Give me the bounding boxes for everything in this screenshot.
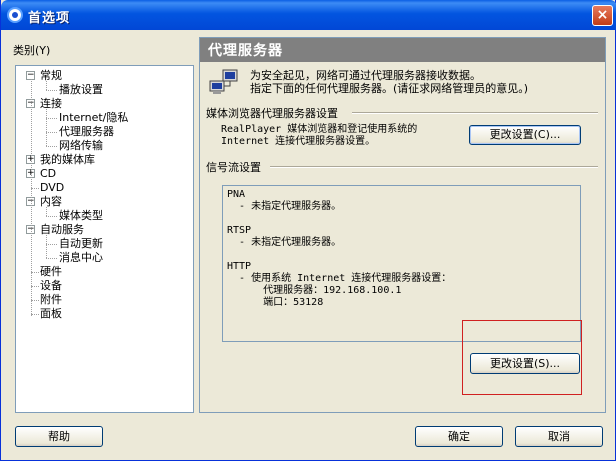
stream-setting-line: 代理服务器：192.168.100.1 <box>227 285 402 296</box>
tree-connector <box>46 258 57 259</box>
tree-item[interactable]: Internet/隐私 <box>59 111 128 125</box>
intro-text: 为安全起见，网络可通过代理服务器接收数据。 指定下面的任何代理服务器。(请征求网… <box>250 69 528 95</box>
tree-item[interactable]: 我的媒体库 <box>40 153 95 167</box>
tree-connector <box>31 314 39 315</box>
browser-change-settings-button[interactable]: 更改设置(C)... <box>469 125 581 145</box>
title-bar[interactable]: 首选项 × <box>1 0 616 30</box>
tree-connector <box>46 207 47 216</box>
category-tree[interactable]: − 常规 播放设置 − 连接 Internet/隐私 代理服务器 网络传输 + 我的媒体库 + CD D… <box>15 65 194 413</box>
stream-setting-line: - 未指定代理服务器。 <box>227 201 342 212</box>
tree-connector <box>46 90 57 91</box>
stream-setting-line: RTSP <box>227 225 252 236</box>
stream-setting-line: PNA <box>227 189 246 200</box>
tree-item[interactable]: 硬件 <box>40 265 62 279</box>
tree-connector <box>46 81 47 90</box>
browser-desc-line-2: Internet 连接代理服务器设置。 <box>221 136 376 147</box>
tree-connector <box>46 109 47 146</box>
intro-line-1: 为安全起见，网络可通过代理服务器接收数据。 <box>250 69 481 82</box>
proxy-server-icon <box>209 69 238 94</box>
window-title: 首选项 <box>28 11 71 26</box>
tree-item[interactable]: 播放设置 <box>59 83 103 97</box>
tree-connector <box>46 132 57 133</box>
tree-item[interactable]: 媒体类型 <box>59 209 103 223</box>
cancel-button[interactable]: 取消 <box>515 426 603 447</box>
tree-item[interactable]: 常规 <box>40 69 62 83</box>
tree-connector <box>31 300 39 301</box>
tree-item[interactable]: 内容 <box>40 195 62 209</box>
tree-connector <box>46 244 57 245</box>
tree-connector <box>31 286 39 287</box>
preferences-window: 首选项 × 类别(Y) − 常规 播放设置 − 连接 Internet/隐私 代理服务器 网络… <box>0 0 616 461</box>
highlight-annotation-box <box>462 320 582 395</box>
browser-proxy-description: RealPlayer 媒体浏览器和登记使用系统的 Internet 连接代理服务… <box>221 124 417 148</box>
help-button[interactable]: 帮助 <box>15 426 103 447</box>
tree-connector <box>46 118 57 119</box>
stream-setting-line: - 未指定代理服务器。 <box>227 237 342 248</box>
tree-item[interactable]: 面板 <box>40 307 62 321</box>
tree-connector <box>31 272 39 273</box>
tree-item[interactable]: 附件 <box>40 293 62 307</box>
tree-item[interactable]: 设备 <box>40 279 62 293</box>
tree-item[interactable]: 网络传输 <box>59 139 103 153</box>
tree-item[interactable]: DVD <box>40 181 64 195</box>
tree-item[interactable]: CD <box>40 167 56 181</box>
stream-setting-line <box>227 213 576 225</box>
realplayer-logo-icon <box>7 7 23 23</box>
stream-settings-box: PNA - 未指定代理服务器。 RTSP - 未指定代理服务器。 HTTP - 使用… <box>222 185 581 342</box>
browser-proxy-section-title: 媒体浏览器代理服务器设置 <box>206 107 338 120</box>
stream-setting-line <box>227 249 576 261</box>
intro-line-2: 指定下面的任何代理服务器。(请征求网络管理员的意见。) <box>250 82 529 95</box>
stream-setting-line: - 使用系统 Internet 连接代理服务器设置： <box>227 273 452 284</box>
divider <box>270 166 598 168</box>
stream-setting-line: HTTP <box>227 261 252 272</box>
tree-connector <box>31 79 32 316</box>
close-button[interactable]: × <box>592 5 613 26</box>
panel-header: 代理服务器 <box>200 38 605 62</box>
tree-item[interactable]: 代理服务器 <box>59 125 114 139</box>
tree-item[interactable]: 自动更新 <box>59 237 103 251</box>
tree-connector <box>46 146 57 147</box>
browser-desc-line-1: RealPlayer 媒体浏览器和登记使用系统的 <box>221 124 418 135</box>
tree-connector <box>31 188 39 189</box>
tree-item[interactable]: 连接 <box>40 97 62 111</box>
ok-button[interactable]: 确定 <box>415 426 503 447</box>
tree-connector <box>46 235 47 258</box>
tree-connector <box>46 216 57 217</box>
stream-section-title: 信号流设置 <box>206 161 261 174</box>
tree-item[interactable]: 消息中心 <box>59 251 103 265</box>
stream-setting-line: 端口：53128 <box>227 297 324 308</box>
category-label: 类别(Y) <box>13 44 51 57</box>
divider <box>352 112 598 114</box>
